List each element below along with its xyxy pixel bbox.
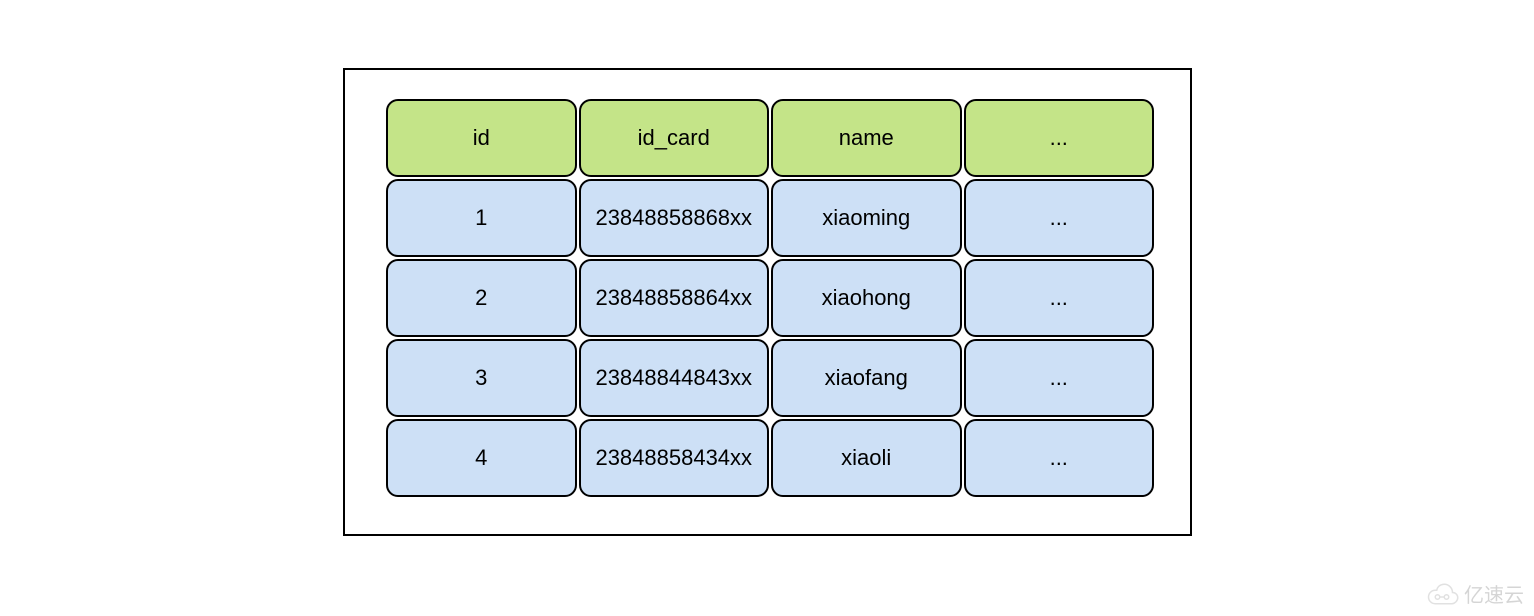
cell-id-card: 23848858434xx bbox=[579, 419, 770, 497]
header-more: ... bbox=[964, 99, 1155, 177]
cell-id-card: 23848858868xx bbox=[579, 179, 770, 257]
header-name: name bbox=[771, 99, 962, 177]
table-row: 2 23848858864xx xiaohong ... bbox=[385, 258, 1155, 338]
cell-name: xiaofang bbox=[771, 339, 962, 417]
cell-id: 2 bbox=[386, 259, 577, 337]
cell-id: 3 bbox=[386, 339, 577, 417]
table-header-row: id id_card name ... bbox=[385, 98, 1155, 178]
diagram-frame: id id_card name ... 1 23848858868xx xiao… bbox=[343, 68, 1192, 536]
cell-name: xiaohong bbox=[771, 259, 962, 337]
header-id: id bbox=[386, 99, 577, 177]
data-table: id id_card name ... 1 23848858868xx xiao… bbox=[385, 98, 1155, 498]
cell-name: xiaoli bbox=[771, 419, 962, 497]
cell-name: xiaoming bbox=[771, 179, 962, 257]
header-id-card: id_card bbox=[579, 99, 770, 177]
cell-more: ... bbox=[964, 419, 1155, 497]
cell-id: 1 bbox=[386, 179, 577, 257]
watermark-text: 亿速云 bbox=[1464, 579, 1524, 608]
cell-more: ... bbox=[964, 339, 1155, 417]
table-row: 4 23848858434xx xiaoli ... bbox=[385, 418, 1155, 498]
cell-id: 4 bbox=[386, 419, 577, 497]
table-row: 3 23848844843xx xiaofang ... bbox=[385, 338, 1155, 418]
cloud-icon bbox=[1424, 580, 1460, 608]
cell-id-card: 23848844843xx bbox=[579, 339, 770, 417]
watermark: 亿速云 bbox=[1424, 579, 1524, 608]
table-row: 1 23848858868xx xiaoming ... bbox=[385, 178, 1155, 258]
cell-more: ... bbox=[964, 179, 1155, 257]
cell-id-card: 23848858864xx bbox=[579, 259, 770, 337]
cell-more: ... bbox=[964, 259, 1155, 337]
